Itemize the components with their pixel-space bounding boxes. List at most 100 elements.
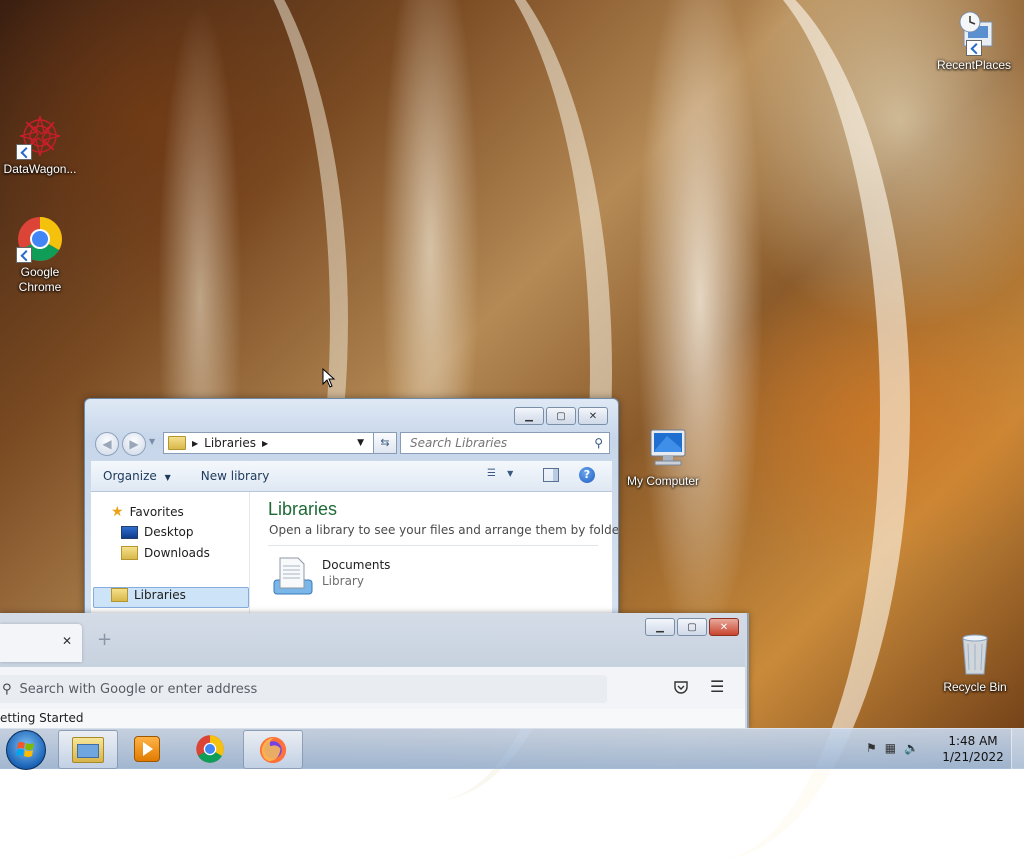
show-desktop-button[interactable] — [1011, 729, 1024, 769]
forward-arrow-icon: ▶ — [129, 437, 139, 451]
address-bar[interactable]: ▶ Libraries ▶ ▼ — [163, 432, 395, 454]
start-button[interactable] — [6, 730, 46, 770]
libraries-folder-icon — [168, 436, 186, 450]
desktop-icon-recycle-bin[interactable]: Recycle Bin — [935, 630, 1015, 695]
explorer-window[interactable]: ▁ ▢ ✕ ◀ ▶ ▼ ▶ Libraries ▶ ▼ ⇆ ⚲ Organize… — [84, 398, 619, 614]
back-button[interactable]: ◀ — [95, 432, 119, 456]
organize-button[interactable]: Organize ▼ — [91, 469, 181, 483]
desktop-icon-my-computer[interactable]: My Computer — [623, 424, 703, 489]
firefox-maximize-button[interactable]: ▢ — [677, 618, 707, 636]
favorites-star-icon: ★ — [111, 504, 124, 520]
search-box[interactable]: ⚲ — [400, 432, 610, 454]
taskbar-explorer[interactable] — [58, 730, 118, 769]
new-tab-button[interactable]: + — [97, 629, 112, 650]
forward-button[interactable]: ▶ — [122, 432, 146, 456]
action-center-flag-icon[interactable]: ⚑ — [866, 741, 877, 755]
refresh-button[interactable]: ⇆ — [373, 432, 397, 454]
bookmark-getting-started[interactable]: etting Started — [0, 711, 83, 725]
firefox-close-button[interactable]: ✕ — [709, 618, 739, 636]
heading-divider — [268, 545, 598, 546]
nav-favorites-label: Favorites — [129, 505, 184, 519]
breadcrumb-libraries[interactable]: Libraries — [204, 436, 256, 450]
view-dropdown-icon: ▼ — [507, 469, 514, 478]
network-icon[interactable]: ▦ — [885, 741, 896, 755]
nav-downloads[interactable]: Downloads — [121, 546, 210, 560]
breadcrumb-separator-icon[interactable]: ▶ — [262, 439, 268, 448]
recycle-bin-icon — [951, 630, 999, 678]
desktop-icon-datawagon[interactable]: DataWagon... — [0, 112, 80, 177]
navigation-pane: ★ Favorites Desktop Downloads Libraries — [91, 492, 250, 613]
shortcut-arrow-icon — [16, 247, 32, 263]
breadcrumb-separator-icon: ▶ — [192, 438, 199, 448]
command-toolbar: Organize ▼ New library ☰ ▼ ? — [91, 461, 612, 492]
nav-libraries-label: Libraries — [134, 588, 186, 602]
organize-dropdown-icon: ▼ — [164, 473, 171, 482]
nav-downloads-label: Downloads — [144, 546, 210, 560]
preview-pane-button[interactable] — [543, 468, 559, 482]
address-dropdown-icon[interactable]: ▼ — [357, 438, 364, 448]
documents-name: Documents — [322, 558, 391, 572]
explorer-content: ★ Favorites Desktop Downloads Libraries … — [91, 492, 618, 613]
firefox-nav-bar: ⚲ Search with Google or enter address ☰ — [0, 667, 745, 709]
url-bar[interactable]: ⚲ Search with Google or enter address — [0, 675, 607, 703]
url-bar-placeholder: Search with Google or enter address — [19, 681, 258, 697]
minimize-icon: ▁ — [656, 621, 664, 633]
documents-type: Library — [322, 574, 364, 588]
nav-favorites[interactable]: ★ Favorites — [111, 504, 184, 520]
firefox-icon — [259, 736, 287, 763]
documents-library-icon — [268, 554, 316, 605]
maximize-icon: ▢ — [556, 410, 566, 422]
taskbar-clock[interactable]: 1:48 AM 1/21/2022 — [940, 733, 1006, 765]
help-icon: ? — [583, 468, 591, 481]
close-icon: ✕ — [588, 410, 598, 422]
mouse-cursor-icon — [322, 368, 336, 388]
desktop-icon-label-line2: Chrome — [18, 280, 62, 294]
help-button[interactable]: ? — [579, 467, 595, 483]
chrome-icon — [16, 215, 64, 263]
browser-tab[interactable]: ✕ — [0, 624, 82, 662]
maximize-icon: ▢ — [687, 621, 697, 633]
search-input[interactable] — [408, 435, 592, 451]
desktop-icon-label-line1: Google — [20, 265, 60, 279]
firefox-tab-strip: ✕ + ▁ ▢ ✕ — [0, 613, 745, 667]
recent-places-icon — [950, 8, 998, 56]
firefox-window[interactable]: ✕ + ▁ ▢ ✕ ⚲ Search with Google or enter … — [0, 613, 749, 728]
menu-button[interactable]: ☰ — [710, 677, 724, 696]
bookmarks-toolbar: etting Started — [0, 709, 745, 728]
explorer-icon — [72, 736, 104, 763]
chrome-icon — [196, 734, 224, 763]
search-icon[interactable]: ⚲ — [594, 436, 603, 450]
close-button[interactable]: ✕ — [578, 407, 608, 425]
refresh-icon: ⇆ — [380, 436, 390, 449]
nav-libraries[interactable]: Libraries — [111, 588, 186, 602]
maximize-button[interactable]: ▢ — [546, 407, 576, 425]
view-list-icon: ☰ — [487, 468, 496, 479]
firefox-minimize-button[interactable]: ▁ — [645, 618, 675, 636]
computer-icon — [639, 424, 687, 472]
explorer-navigation-bar: ◀ ▶ ▼ ▶ Libraries ▶ ▼ ⇆ ⚲ — [93, 431, 610, 456]
pocket-icon — [674, 681, 688, 694]
desktop-icon-recentplaces[interactable]: RecentPlaces — [934, 8, 1014, 73]
windows-logo-icon — [16, 742, 34, 757]
minimize-button[interactable]: ▁ — [514, 407, 544, 425]
library-item-documents[interactable]: Documents Library — [268, 554, 468, 604]
recent-pages-dropdown-icon[interactable]: ▼ — [149, 437, 155, 446]
libraries-heading: Libraries — [268, 499, 338, 519]
desktop-icon-label: RecentPlaces — [936, 58, 1012, 72]
volume-icon[interactable]: 🔈 — [904, 741, 919, 755]
taskbar-firefox[interactable] — [243, 730, 303, 769]
shortcut-arrow-icon — [966, 40, 982, 56]
taskbar-media-player[interactable] — [118, 730, 176, 767]
desktop-icon-label: Recycle Bin — [943, 680, 1007, 694]
tab-close-button[interactable]: ✕ — [62, 634, 72, 648]
nav-desktop-label: Desktop — [144, 525, 194, 539]
pocket-button[interactable] — [673, 679, 689, 695]
desktop-icon-google-chrome[interactable]: Google Chrome — [0, 215, 80, 295]
search-icon: ⚲ — [2, 681, 12, 697]
new-library-button[interactable]: New library — [191, 469, 280, 483]
taskbar-chrome[interactable] — [181, 730, 239, 767]
media-player-icon — [134, 735, 160, 762]
nav-desktop[interactable]: Desktop — [121, 525, 194, 539]
hamburger-menu-icon: ☰ — [710, 677, 725, 696]
change-view-button[interactable]: ☰ ▼ — [487, 468, 525, 479]
